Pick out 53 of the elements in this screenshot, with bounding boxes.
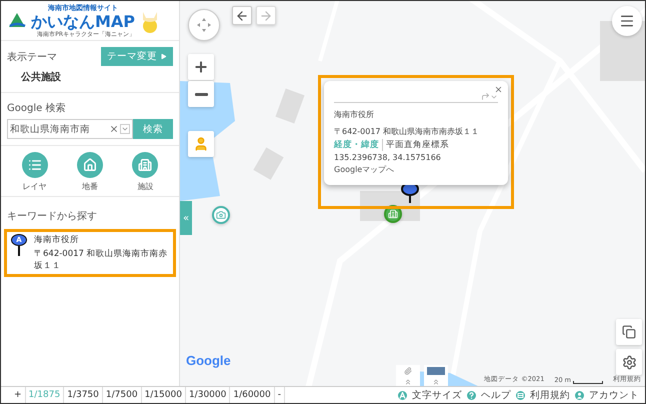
search-input[interactable]: 和歌山県海南市南 [10,124,108,134]
list-icon [28,158,42,172]
coordinate-tab[interactable]: 平面直角座標系 [386,139,452,151]
footer-link[interactable]: アカウント [589,388,639,402]
footer-link[interactable]: ヘルプ [481,388,511,402]
account-icon [575,390,584,400]
street-view-thumbnail[interactable] [396,365,420,386]
back-button[interactable] [232,6,252,25]
photo-placeholder [427,366,445,374]
close-icon[interactable] [494,85,503,94]
settings-icon [622,354,636,370]
arrow-left-icon [235,8,249,22]
result-name: 海南市役所 [34,234,80,246]
popup-address: 〒642-0017 和歌山県海南市南赤坂１１ [334,126,480,137]
menu-icon [619,13,635,29]
pan-arrows-icon [196,17,212,33]
chevrons-up-icon [432,378,440,386]
layers-button[interactable] [616,319,642,345]
popup-coordinates: 135.2396738, 34.1575166 [334,153,442,162]
building-icon [138,158,152,172]
menu-button[interactable] [612,6,642,36]
building-icon [388,209,398,219]
site-title: かいなんMAP [31,12,136,30]
font-size-icon [398,390,407,400]
plus-icon [193,59,209,75]
chevrons-up-icon [404,378,412,386]
person-icon [193,136,209,152]
photo-thumbnail[interactable] [424,365,448,386]
clear-icon[interactable] [109,124,119,134]
paperclip-icon [404,366,412,374]
theme-value: 公共施設 [20,70,62,84]
settings-button[interactable] [616,349,642,375]
minus-icon [194,92,208,96]
theme-label: 表示テーマ [7,50,57,64]
play-icon [160,53,167,60]
google-maps-link[interactable]: Googleマップへ [334,164,498,175]
search-field[interactable]: 和歌山県海南市南 [7,119,133,139]
zoom-out-button[interactable] [188,81,214,107]
google-search-label: Google 検索 [7,102,66,115]
popup-title: 海南市役所 [334,109,375,120]
directions-icon[interactable] [481,92,490,101]
house-icon [82,158,97,172]
camera-marker-icon[interactable] [212,206,230,224]
layers-icon [622,325,636,339]
keyword-label: キーワードから探す [7,210,98,223]
camera-icon [216,210,226,220]
footer-link[interactable]: 文字サイズ [412,388,462,402]
google-logo: Google [186,353,231,368]
help-icon [467,390,476,400]
terms-icon [516,390,525,400]
result-address: 〒642-0017 和歌山県海南市南赤坂１１ [34,248,169,272]
footer-link[interactable]: 利用規約 [530,388,570,402]
zoom-in-button[interactable] [188,54,214,80]
